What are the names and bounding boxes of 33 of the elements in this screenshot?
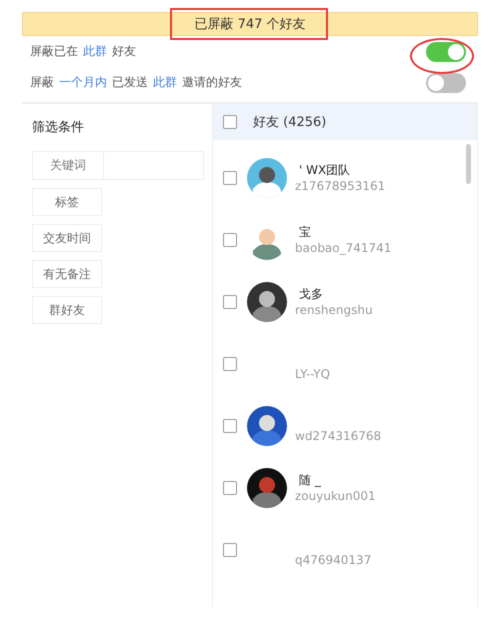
checkbox[interactable] [223,115,237,129]
friend-id: baobao_741741 [295,240,392,256]
blocked-count-banner: 已屏蔽 747 个好友 [22,12,478,36]
checkbox[interactable] [223,357,237,371]
setting-label: 屏蔽已在 此群 好友 [30,43,137,60]
filter-button[interactable]: 交友时间 [32,224,102,252]
checkbox[interactable] [223,543,237,557]
keyword-field[interactable]: 关键词 [32,151,204,180]
scrollbar[interactable] [466,144,471,184]
friend-name: 随 _ [298,472,322,488]
highlight-ellipse [410,38,474,74]
filter-title: 筛选条件 [32,119,85,136]
toggle-switch[interactable] [426,72,466,92]
filter-button[interactable]: 标签 [32,188,102,216]
friend-name: ' WX团队 [298,162,352,178]
friend-id: renshengshu [295,302,373,318]
friend-id: wd274316768 [295,428,382,444]
filter-button[interactable]: 有无备注 [32,260,102,288]
filter-button[interactable]: 群好友 [32,296,102,324]
setting-label: 屏蔽 一个月内 已发送 此群 邀请的好友 [30,74,243,91]
checkbox[interactable] [223,481,237,495]
checkbox[interactable] [223,171,237,185]
checkbox[interactable] [223,233,237,247]
friend-name: 戈多 [298,286,324,302]
friend-id: zouyukun001 [295,488,376,504]
friend-name: 宝 [298,224,312,240]
friend-id: LY--YQ [295,366,330,382]
checkbox[interactable] [223,295,237,309]
friend-id: z17678953161 [295,178,386,194]
toggle-switch[interactable] [426,42,466,62]
friend-id: q476940137 [295,552,372,568]
checkbox[interactable] [223,419,237,433]
friends-count: 好友 (4256) [253,114,326,131]
